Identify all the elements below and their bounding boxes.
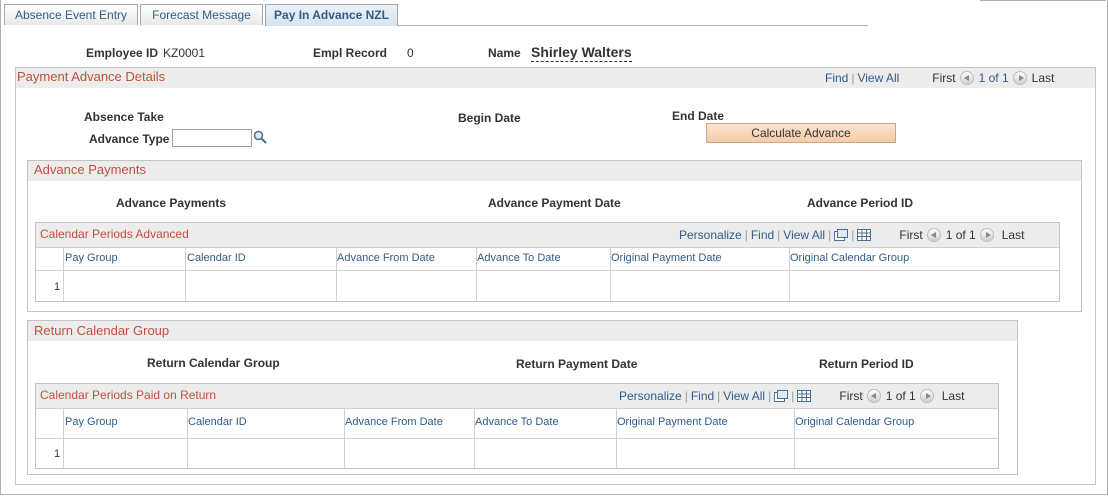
- next-arrow-icon[interactable]: [919, 389, 934, 403]
- separator: |: [684, 389, 688, 403]
- column-divider: [63, 408, 64, 468]
- previous-arrow-icon[interactable]: [959, 71, 974, 85]
- col-advance-from-date[interactable]: Advance From Date: [337, 252, 435, 264]
- absence-take-label: Absence Take: [84, 110, 164, 124]
- col-pay-group[interactable]: Pay Group: [65, 252, 118, 264]
- personalize-link[interactable]: Personalize: [619, 389, 682, 403]
- spreadsheet-icon[interactable]: [797, 390, 812, 402]
- col-calendar-id[interactable]: Calendar ID: [188, 416, 247, 428]
- search-icon[interactable]: [253, 130, 267, 144]
- last-label: Last: [1001, 228, 1025, 242]
- zoom-icon[interactable]: [774, 390, 789, 402]
- previous-arrow-icon[interactable]: [926, 228, 941, 242]
- calculate-advance-button[interactable]: Calculate Advance: [706, 123, 896, 143]
- advance-period-id-label: Advance Period ID: [807, 196, 914, 210]
- separator: |: [744, 228, 748, 242]
- separator: |: [851, 228, 855, 242]
- separator: |: [717, 389, 721, 403]
- calendar-periods-advanced-title: Calendar Periods Advanced: [40, 227, 189, 241]
- return-period-id-label: Return Period ID: [819, 357, 914, 371]
- header-row-divider: [36, 270, 1059, 271]
- grid-navbar: Personalize | Find | View All | | First …: [679, 228, 1024, 242]
- last-label: Last: [941, 389, 965, 403]
- spreadsheet-icon[interactable]: [857, 229, 872, 241]
- col-original-payment-date[interactable]: Original Payment Date: [611, 252, 722, 264]
- previous-arrow-icon[interactable]: [866, 389, 881, 403]
- row-range: 1 of 1: [945, 228, 976, 242]
- col-pay-group[interactable]: Pay Group: [65, 416, 118, 428]
- col-original-calendar-group[interactable]: Original Calendar Group: [795, 416, 914, 428]
- column-divider: [63, 247, 64, 301]
- employee-id-label: Employee ID: [86, 46, 159, 60]
- advance-type-input[interactable]: [172, 129, 252, 147]
- row-range: 1 of 1: [978, 71, 1009, 85]
- view-all-link[interactable]: View All: [783, 228, 825, 242]
- grid-navbar: Personalize | Find | View All | | First …: [619, 389, 964, 403]
- tab-forecast-message[interactable]: Forecast Message: [140, 4, 263, 25]
- section-header: [28, 321, 1017, 341]
- find-link[interactable]: Find: [825, 71, 848, 85]
- view-all-link[interactable]: View All: [857, 71, 899, 85]
- zoom-icon[interactable]: [834, 229, 849, 241]
- row-number: 1: [54, 448, 61, 460]
- col-original-payment-date[interactable]: Original Payment Date: [617, 416, 728, 428]
- separator: |: [791, 389, 795, 403]
- return-payment-date-label: Return Payment Date: [516, 357, 638, 371]
- return-calendar-group-title: Return Calendar Group: [34, 323, 170, 338]
- column-divider: [185, 247, 186, 301]
- find-link[interactable]: Find: [751, 228, 774, 242]
- first-label: First: [932, 71, 956, 85]
- employee-id-value: KZ0001: [163, 46, 206, 60]
- tab-pay-in-advance-nzl[interactable]: Pay In Advance NZL: [265, 4, 398, 26]
- begin-date-label: Begin Date: [458, 111, 521, 125]
- name-label: Name: [488, 46, 521, 60]
- advance-type-label: Advance Type: [89, 132, 170, 146]
- empl-record-label: Empl Record: [313, 46, 388, 60]
- section-header: [28, 161, 1081, 181]
- header-row-divider: [36, 438, 998, 439]
- empl-record-value: 0: [407, 46, 414, 60]
- find-link[interactable]: Find: [691, 389, 714, 403]
- separator: |: [851, 71, 855, 85]
- tab-absence-event-entry[interactable]: Absence Event Entry: [4, 4, 138, 25]
- top-border: [980, 0, 1106, 1]
- next-arrow-icon[interactable]: [979, 228, 994, 242]
- first-label: First: [839, 389, 863, 403]
- separator: |: [828, 228, 832, 242]
- personalize-link[interactable]: Personalize: [679, 228, 742, 242]
- col-advance-from-date[interactable]: Advance From Date: [345, 416, 443, 428]
- row-range: 1 of 1: [885, 389, 916, 403]
- view-all-link[interactable]: View All: [723, 389, 765, 403]
- col-calendar-id[interactable]: Calendar ID: [187, 252, 246, 264]
- first-label: First: [899, 228, 923, 242]
- col-original-calendar-group[interactable]: Original Calendar Group: [790, 252, 909, 264]
- payment-details-navbar: Find | View All First 1 of 1 Last: [825, 71, 1054, 85]
- payment-advance-details-title: Payment Advance Details: [17, 69, 166, 84]
- employee-name: Shirley Walters: [531, 44, 632, 62]
- tab-bar-line: [398, 25, 868, 26]
- end-date-label: End Date: [672, 109, 725, 123]
- next-arrow-icon[interactable]: [1012, 71, 1027, 85]
- calendar-periods-paid-on-return-title: Calendar Periods Paid on Return: [40, 388, 217, 402]
- separator: |: [777, 228, 781, 242]
- return-calendar-group-label: Return Calendar Group: [147, 356, 280, 370]
- advance-payment-date-label: Advance Payment Date: [488, 196, 621, 210]
- col-advance-to-date[interactable]: Advance To Date: [477, 252, 561, 264]
- separator: |: [768, 389, 772, 403]
- row-number: 1: [54, 281, 61, 293]
- last-label: Last: [1031, 71, 1055, 85]
- advance-payments-title: Advance Payments: [34, 162, 147, 177]
- advance-payments-label: Advance Payments: [116, 196, 227, 210]
- col-advance-to-date[interactable]: Advance To Date: [475, 416, 559, 428]
